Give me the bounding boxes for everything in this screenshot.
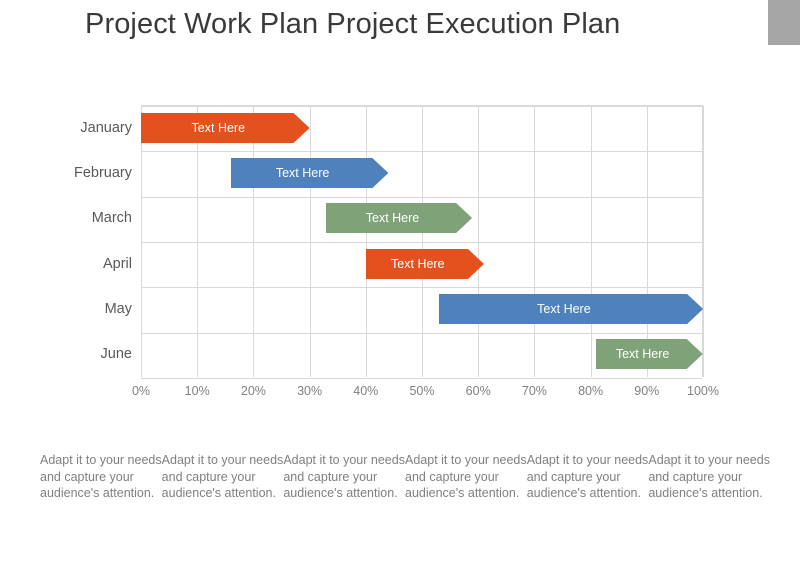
y-axis-label-february: February [73, 165, 132, 181]
gantt-bar-label: Text Here [275, 166, 330, 180]
x-axis-tick-label: 90% [634, 384, 660, 398]
chart-bars-layer: Text Here Text Here Text Here Text Here Text… [141, 105, 703, 377]
y-axis-label-june: June [100, 346, 132, 363]
x-axis-tick-label: 30% [297, 384, 323, 398]
gantt-bar-april[interactable]: Text Here [365, 248, 484, 279]
caption-text: Adapt it to your needs and capture your … [161, 453, 284, 500]
gantt-bar-label: Text Here [191, 120, 246, 135]
y-axis-label-may: May [104, 301, 132, 317]
gridline-horizontal [141, 378, 702, 379]
gantt-bar-january[interactable]: Text Here [141, 112, 310, 143]
gantt-bar-june[interactable]: Text Here [596, 339, 703, 370]
gantt-chart: January February March April May June Text He… [0, 0, 800, 410]
x-axis-tick-label: 40% [353, 384, 379, 398]
x-axis-tick-label: 60% [465, 384, 491, 398]
caption-text: Adapt it to your needs and capture your … [405, 453, 527, 500]
x-axis-tick-label: 80% [578, 384, 604, 398]
x-axis-tick-label: 20% [240, 384, 266, 398]
caption-text: Adapt it to your needs and capture your … [648, 453, 770, 500]
x-axis-tick-label: 100% [687, 384, 719, 398]
gantt-bar-may[interactable]: Text Here [438, 294, 703, 324]
x-axis-tick-label: 70% [521, 384, 547, 398]
x-axis-tick-label: 50% [409, 384, 435, 398]
gantt-bar-label: Text Here [537, 302, 591, 316]
gantt-bar-label: Text Here [615, 347, 670, 362]
gridline-vertical [703, 106, 704, 377]
chart-y-axis: January February March April May June [0, 105, 132, 377]
gantt-bar-label: Text Here [365, 211, 420, 226]
x-axis-tick-label: 0% [131, 384, 151, 398]
gantt-bar-label: Text Here [391, 256, 445, 271]
y-axis-label-january: January [80, 119, 132, 136]
y-axis-label-april: April [102, 255, 132, 272]
y-axis-label-march: March [91, 210, 132, 227]
caption-text: Adapt it to your needs and capture your … [40, 453, 162, 500]
caption-text: Adapt it to your needs and capture your … [283, 453, 405, 500]
gantt-bar-march[interactable]: Text Here [326, 203, 473, 234]
gantt-bar-february[interactable]: Text Here [230, 158, 389, 188]
caption-text: Adapt it to your needs and capture your … [526, 453, 649, 500]
chart-x-axis: 0% 10% 20% 30% 40% 50% 60% 70% 80% 90% 100% [132, 384, 719, 404]
captions-row: Adapt it to your needs and capture your … [40, 452, 770, 502]
x-axis-tick-label: 10% [184, 384, 210, 398]
